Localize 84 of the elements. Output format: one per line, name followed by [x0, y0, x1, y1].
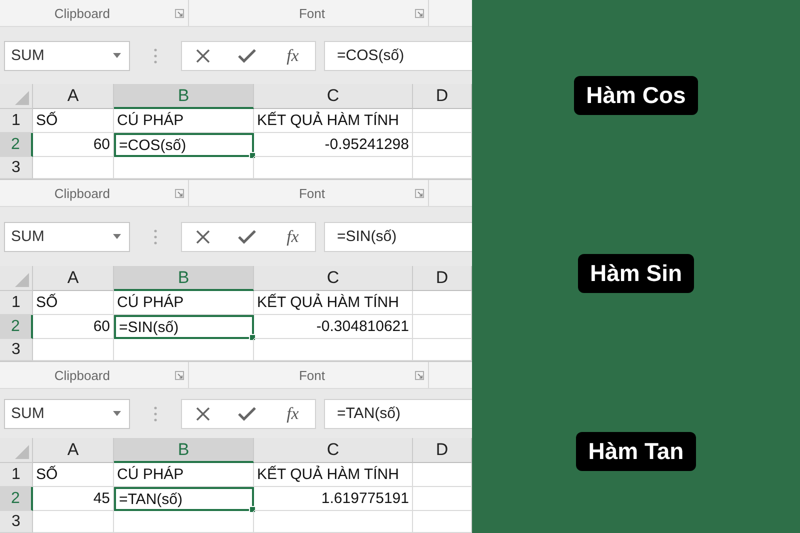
group-label: Clipboard	[54, 6, 110, 20]
column-header[interactable]: B	[114, 266, 254, 291]
table-cell: CÚ PHÁP	[114, 291, 254, 315]
row-header[interactable]: 1	[0, 109, 33, 133]
title-label: Hàm Sin	[578, 254, 694, 293]
group-label: Font	[298, 186, 325, 200]
cancel-icon[interactable]	[196, 230, 210, 244]
grip-dots-icon	[154, 406, 157, 422]
caret-icon[interactable]	[113, 53, 121, 58]
grip-dots-icon	[154, 228, 157, 244]
name-box-text: SUM	[11, 47, 44, 64]
table-cell: -0.304810621	[254, 315, 413, 339]
check-icon[interactable]	[238, 406, 256, 420]
caret-icon[interactable]	[113, 411, 121, 416]
fill-handle[interactable]	[249, 334, 256, 341]
selected-cell[interactable]: =SIN(số)	[114, 315, 254, 339]
formula-field[interactable]: =SIN(số)	[324, 222, 472, 252]
fill-handle[interactable]	[249, 506, 256, 513]
name-box[interactable]: SUM	[4, 398, 130, 428]
column-header[interactable]: A	[33, 266, 114, 291]
caret-icon[interactable]	[113, 234, 121, 239]
column-header[interactable]: A	[33, 84, 114, 109]
table-cell: KẾT QUẢ HÀM TÍNH	[254, 109, 413, 133]
table-cell: -0.95241298	[254, 133, 413, 157]
dialog-launcher-icon[interactable]	[175, 8, 184, 18]
row-header[interactable]: 1	[0, 463, 33, 487]
row-header[interactable]: 2	[0, 315, 33, 339]
column-header[interactable]: C	[254, 84, 413, 109]
formula-text: =SIN(số)	[337, 228, 397, 245]
table-cell: SỐ	[33, 291, 114, 315]
group-label: Font	[298, 6, 325, 20]
formula-field[interactable]: =TAN(số)	[324, 398, 472, 428]
table-cell: CÚ PHÁP	[114, 109, 254, 133]
formula-text: =COS(số)	[337, 47, 404, 64]
dialog-launcher-icon[interactable]	[175, 370, 184, 380]
column-header[interactable]: D	[413, 438, 472, 463]
table-cell: 60	[33, 133, 114, 157]
row-header[interactable]: 3	[0, 157, 33, 179]
dialog-launcher-icon[interactable]	[415, 188, 424, 198]
selected-cell[interactable]: =COS(số)	[114, 133, 254, 157]
cancel-icon[interactable]	[196, 406, 210, 420]
title-label: Hàm Cos	[574, 76, 698, 116]
table-cell: 1.619775191	[254, 487, 413, 511]
table-cell: 45	[33, 487, 114, 511]
formula-text: =TAN(số)	[337, 405, 400, 422]
cancel-icon[interactable]	[196, 48, 210, 62]
row-header[interactable]: 3	[0, 511, 33, 533]
fill-handle[interactable]	[249, 152, 256, 159]
column-header[interactable]: A	[33, 438, 114, 463]
table-cell: CÚ PHÁP	[114, 463, 254, 487]
row-header[interactable]: 2	[0, 487, 33, 511]
check-icon[interactable]	[238, 48, 256, 62]
title-label: Hàm Tan	[576, 432, 696, 471]
table-cell: SỐ	[33, 109, 114, 133]
dialog-launcher-icon[interactable]	[415, 8, 424, 18]
table-cell: KẾT QUẢ HÀM TÍNH	[254, 291, 413, 315]
row-header[interactable]: 2	[0, 133, 33, 157]
name-box-text: SUM	[11, 405, 44, 422]
insert-function-button[interactable]: fx	[284, 46, 301, 66]
column-header[interactable]: D	[413, 266, 472, 291]
table-cell: 60	[33, 315, 114, 339]
column-header[interactable]: B	[114, 438, 254, 463]
group-label: Clipboard	[54, 368, 110, 382]
insert-function-button[interactable]: fx	[284, 226, 301, 246]
group-label: Clipboard	[54, 186, 110, 200]
name-box-text: SUM	[11, 228, 44, 245]
column-header[interactable]: D	[413, 84, 472, 109]
table-cell: KẾT QUẢ HÀM TÍNH	[254, 463, 413, 487]
group-label: Font	[298, 368, 325, 382]
column-header[interactable]: B	[114, 84, 254, 109]
dialog-launcher-icon[interactable]	[175, 188, 184, 198]
formula-field[interactable]: =COS(số)	[324, 40, 472, 70]
column-header[interactable]: C	[254, 438, 413, 463]
row-header[interactable]: 1	[0, 291, 33, 315]
grip-dots-icon	[154, 48, 157, 64]
insert-function-button[interactable]: fx	[284, 404, 301, 424]
column-header[interactable]: C	[254, 266, 413, 291]
name-box[interactable]: SUM	[4, 222, 130, 252]
row-header[interactable]: 3	[0, 339, 33, 361]
name-box[interactable]: SUM	[4, 40, 130, 70]
check-icon[interactable]	[238, 230, 256, 244]
dialog-launcher-icon[interactable]	[415, 370, 424, 380]
table-cell: SỐ	[33, 463, 114, 487]
selected-cell[interactable]: =TAN(số)	[114, 487, 254, 511]
